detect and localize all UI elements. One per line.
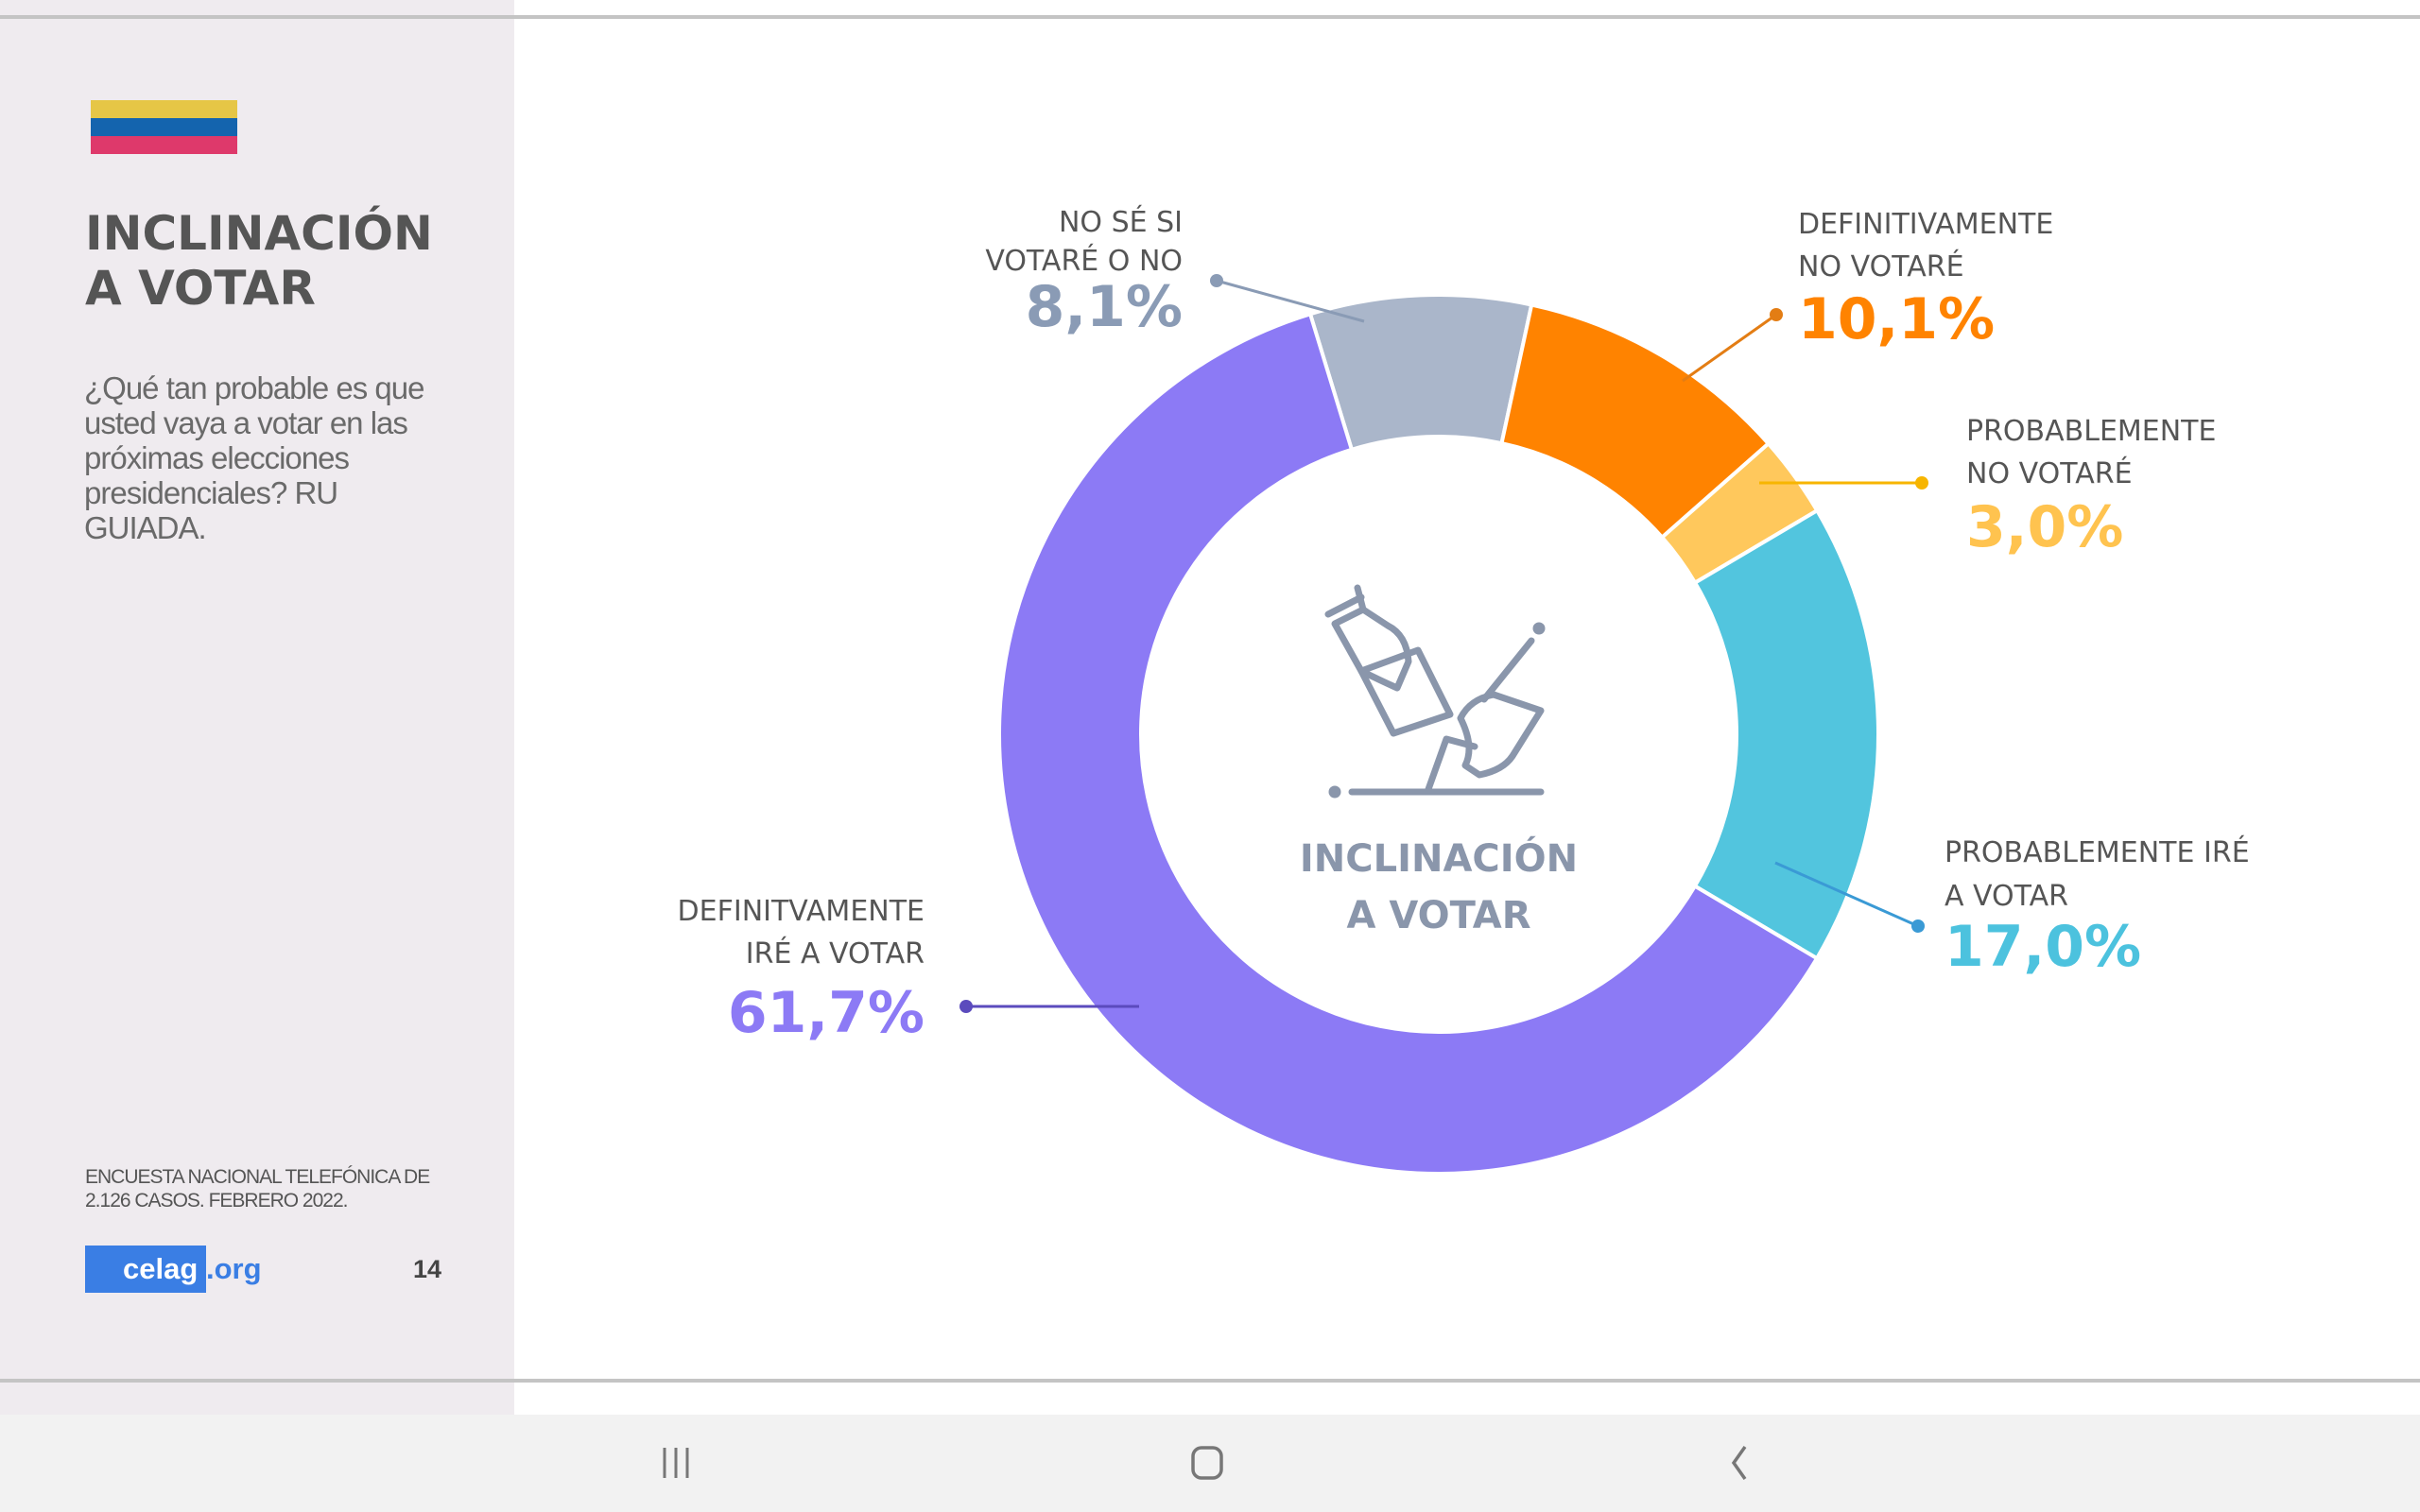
- slice-value-label: 8,1%: [1026, 274, 1183, 340]
- leader-dot: [959, 1000, 973, 1013]
- leader-line: [1682, 313, 1777, 383]
- slice-label: NO SÉ SI: [1059, 205, 1183, 239]
- leader-dot: [1210, 274, 1223, 287]
- slice-label: VOTARÉ O NO: [985, 244, 1183, 278]
- slice-label: PROBABLEMENTE IRÉ: [1945, 835, 2250, 869]
- leader-line: [1216, 279, 1365, 323]
- center-label: INCLINACIÓN: [1300, 835, 1578, 881]
- slice-label: PROBABLEMENTE: [1966, 415, 2216, 448]
- donut-chart: NO SÉ SI VOTARÉ O NO8,1% DEFINITIVAMENTE NO…: [678, 205, 2250, 1176]
- slice-value-label: 10,1%: [1798, 286, 1995, 352]
- android-nav-bar: [0, 1415, 2420, 1512]
- slice-label: NO VOTARÉ: [1966, 456, 2133, 490]
- slice-label: IRÉ A VOTAR: [746, 936, 925, 971]
- leader-dot: [1770, 308, 1783, 321]
- donut-slice-3: [1692, 507, 1881, 961]
- slice-label: DEFINITVAMENTE: [678, 895, 925, 928]
- recent-apps-icon[interactable]: [663, 1448, 689, 1478]
- slice-label: DEFINITIVAMENTE: [1798, 208, 2053, 241]
- leader-dot: [1911, 919, 1925, 933]
- slice-value-label: 3,0%: [1966, 494, 2123, 560]
- back-icon[interactable]: [1731, 1445, 1747, 1481]
- slice-value-label: 17,0%: [1945, 914, 2141, 980]
- slice-label: NO VOTARÉ: [1798, 249, 1964, 284]
- slice-label: A VOTAR: [1945, 880, 2068, 913]
- home-icon[interactable]: [1191, 1446, 1223, 1480]
- leader-dot: [1915, 476, 1928, 490]
- slice-value-label: 61,7%: [728, 980, 925, 1046]
- center-label: A VOTAR: [1346, 894, 1530, 937]
- ballot-box-voting-icon: [1324, 584, 1546, 799]
